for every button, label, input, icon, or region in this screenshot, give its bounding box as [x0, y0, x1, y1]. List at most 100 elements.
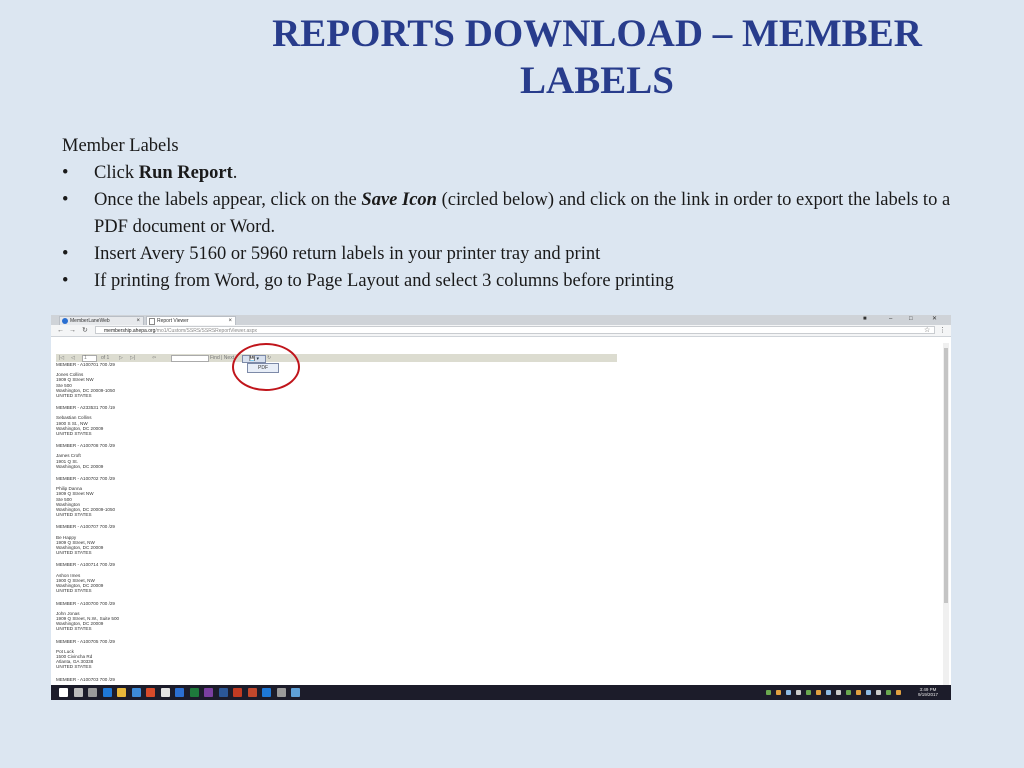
label-line: MEMBER - A100705 700 /29 [56, 638, 115, 644]
label-line: UNITED STATES [56, 512, 92, 518]
taskbar-app-icon[interactable] [102, 688, 112, 697]
taskbar-app-icon[interactable] [276, 688, 286, 697]
label-line: MEMBER - A100702 700 /29 [56, 476, 115, 482]
refresh-icon[interactable]: ↻ [82, 325, 88, 336]
site-icon [62, 318, 68, 324]
tray-icon[interactable] [886, 690, 891, 695]
label-line: MEMBER - A100707 700 /29 [56, 524, 115, 530]
close-tab-icon[interactable]: × [228, 317, 232, 325]
find-next-link[interactable]: Find | Next [210, 354, 234, 362]
back-to-parent-icon[interactable]: ⇦ [152, 354, 156, 362]
tab-report-viewer[interactable]: Report Viewer × [146, 316, 236, 325]
next-page-icon[interactable]: ▷ [119, 354, 123, 362]
tab-memberlaneweb[interactable]: MemberLaneWeb × [59, 316, 144, 325]
start-icon[interactable] [59, 688, 68, 697]
tray-icon[interactable] [776, 690, 781, 695]
forward-icon[interactable]: → [69, 325, 76, 336]
label-address: Pot Luck 1500 Civincha Rd Atlanta, GA 3033… [56, 649, 256, 670]
label-header: MEMBER - A233531 700 /19 [56, 405, 256, 410]
close-window-icon[interactable]: ✕ [932, 315, 937, 324]
save-icon-emphasis: Save Icon [361, 190, 437, 210]
taskbar-app-icon[interactable] [88, 688, 97, 697]
tray-icon[interactable] [876, 690, 881, 695]
instructions: Member Labels • Click Run Report. • Once t… [62, 133, 962, 295]
scrollbar-thumb[interactable] [944, 348, 948, 603]
tray-icon[interactable] [856, 690, 861, 695]
label-address: James Croft 1901 Q St. Washington, DC 2000… [56, 453, 256, 469]
back-icon[interactable]: ← [57, 325, 64, 336]
taskbar-app-icon[interactable] [291, 688, 300, 697]
last-page-icon[interactable]: ▷| [130, 354, 135, 362]
section-heading: Member Labels [62, 136, 179, 156]
bookmark-star-icon[interactable]: ☆ [924, 325, 930, 336]
label-header: MEMBER - A100707 700 /29 [56, 524, 256, 529]
tray-icon[interactable] [866, 690, 871, 695]
bullet-marker: • [62, 271, 69, 291]
first-page-icon[interactable]: |◁ [59, 354, 64, 362]
label-line: UNITED STATES [56, 431, 92, 437]
maximize-icon[interactable]: □ [909, 315, 913, 324]
label-line: MEMBER - A100714 700 /29 [56, 562, 115, 568]
taskbar-app-icon[interactable] [204, 688, 213, 697]
taskbar-app-icon[interactable] [262, 688, 271, 697]
user-icon[interactable]: ■ [863, 315, 867, 324]
prev-page-icon[interactable]: ◁ [71, 354, 75, 362]
bullet-avery-labels: • Insert Avery 5160 or 5960 return labels… [62, 241, 962, 268]
label-line: MEMBER - A100700 700 /29 [56, 600, 115, 606]
taskbar-app-icon[interactable] [117, 688, 126, 697]
bullet-save-icon: • Once the labels appear, click on the Sa… [62, 187, 962, 241]
label-header: MEMBER - A100701 700 /29 [56, 362, 256, 367]
system-clock[interactable]: 3:49 PM 9/19/2017 [918, 687, 938, 697]
taskbar-app-icon[interactable] [218, 688, 228, 697]
label-address: Jones Collins 1909 Q Street NW Ste 500 Wash… [56, 372, 256, 398]
label-header: MEMBER - A100703 700 /29 [56, 677, 256, 682]
minimize-icon[interactable]: – [889, 315, 892, 324]
label-line: MEMBER - A233531 700 /19 [56, 405, 115, 411]
taskbar-app-icon[interactable] [175, 688, 184, 697]
label-line: MEMBER - A100708 700 /29 [56, 443, 115, 449]
label-line: UNITED STATES [56, 588, 92, 594]
tray-icon[interactable] [816, 690, 821, 695]
label-list: MEMBER - A100701 700 /29 Jones Collins 190… [56, 362, 256, 700]
page-number-input[interactable]: 1 [82, 355, 97, 362]
run-report-emphasis: Run Report [138, 163, 233, 183]
label-line: UNITED STATES [56, 393, 92, 399]
label-address: Be Happy 1909 Q Street, NW Washington, DC … [56, 535, 256, 556]
tray-icon[interactable] [786, 690, 791, 695]
taskbar-app-icon[interactable] [247, 688, 257, 697]
scrollbar[interactable] [943, 343, 949, 685]
tray-icon[interactable] [796, 690, 801, 695]
windows-taskbar: 3:49 PM 9/19/2017 [51, 685, 951, 700]
url-input[interactable]: membership.ahepa.org/mo1/Custom/SSRS/SSR… [95, 326, 935, 334]
bullet-marker: • [62, 244, 69, 264]
browser-menu-icon[interactable]: ⋮ [939, 325, 946, 336]
tray-icon[interactable] [846, 690, 851, 695]
find-input[interactable] [171, 355, 209, 362]
label-address: Ashon Imes 1900 Q Street, NW Washington, D… [56, 573, 256, 594]
taskbar-app-icon[interactable] [131, 688, 141, 697]
bullet-marker: • [62, 190, 69, 210]
label-line: UNITED STATES [56, 664, 92, 670]
label-header: MEMBER - A100700 700 /29 [56, 601, 256, 606]
address-bar: ← → ↻ membership.ahepa.org/mo1/Custom/SS… [51, 325, 951, 337]
label-line: UNITED STATES [56, 626, 92, 632]
label-header: MEMBER - A100702 700 /29 [56, 476, 256, 481]
label-header: MEMBER - A100714 700 /29 [56, 562, 256, 567]
close-tab-icon[interactable]: × [136, 317, 140, 325]
label-line: MEMBER - A100703 700 /29 [56, 676, 115, 682]
tray-icon[interactable] [836, 690, 841, 695]
taskbar-app-icon[interactable] [146, 688, 155, 697]
label-line: UNITED STATES [56, 550, 92, 556]
bullet-marker: • [62, 163, 69, 183]
tray-icon[interactable] [766, 690, 771, 695]
browser-screenshot: MemberLaneWeb × Report Viewer × ■ – □ ✕ … [51, 315, 951, 700]
tray-icon[interactable] [896, 690, 901, 695]
taskbar-app-icon[interactable] [189, 688, 199, 697]
taskbar-app-icon[interactable] [233, 688, 242, 697]
taskbar-app-icon[interactable] [73, 688, 83, 697]
browser-tab-bar: MemberLaneWeb × Report Viewer × ■ – □ ✕ [51, 315, 951, 325]
tray-icon[interactable] [806, 690, 811, 695]
taskbar-app-icon[interactable] [160, 688, 170, 697]
page-icon [149, 318, 155, 325]
tray-icon[interactable] [826, 690, 831, 695]
